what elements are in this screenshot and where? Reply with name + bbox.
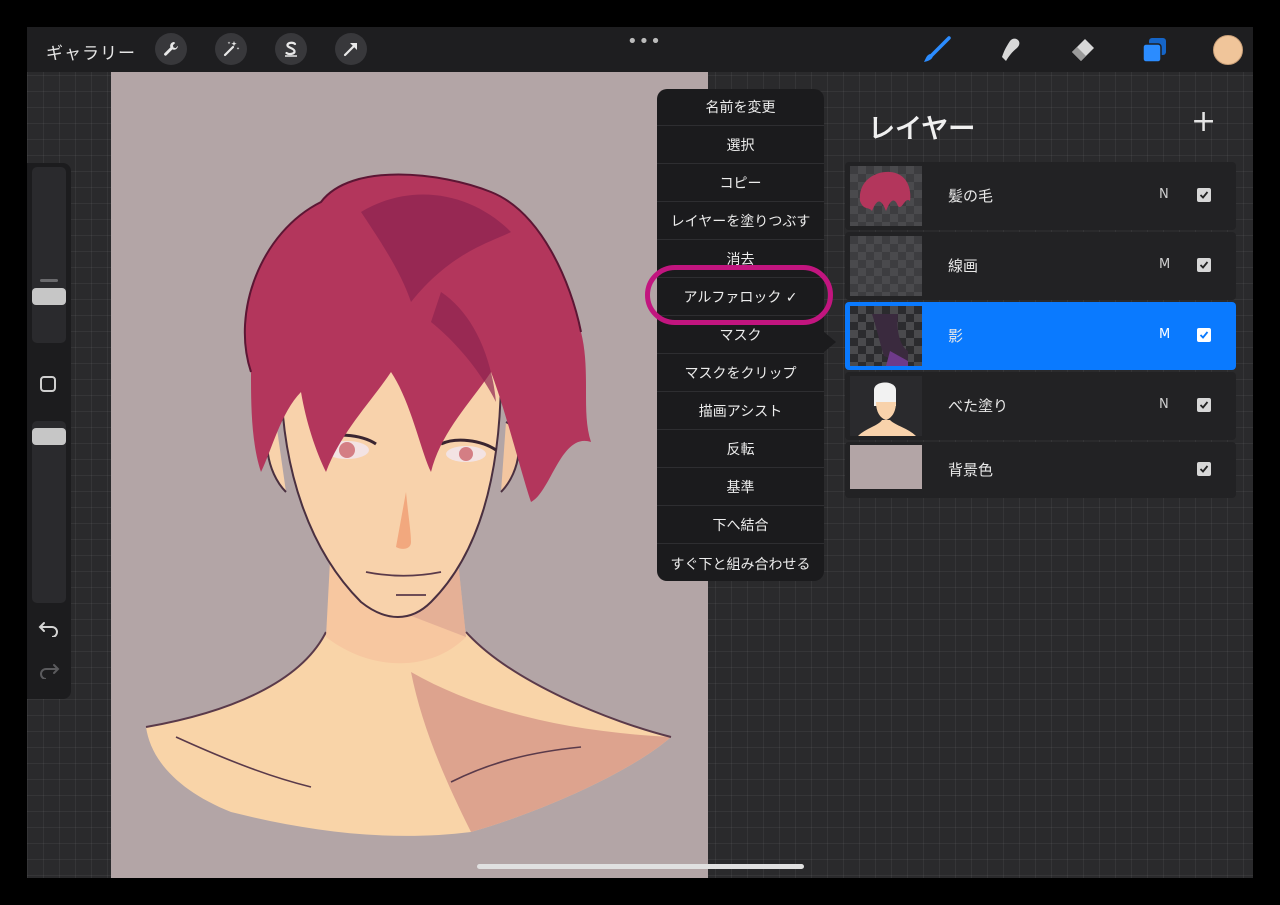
- checkmark-icon: [1199, 401, 1209, 409]
- menu-item-merge-down[interactable]: 下へ結合: [657, 507, 824, 544]
- procreate-screen: ギャラリー ••• 名前を変更 選択 コピー レイヤーを塗りつぶす 消去 アルフ…: [27, 27, 1253, 878]
- layers-panel-title: レイヤー: [868, 114, 976, 145]
- menu-item-copy[interactable]: コピー: [657, 165, 824, 202]
- transform-arrow-icon: [343, 43, 357, 57]
- menu-item-rename[interactable]: 名前を変更: [657, 89, 824, 126]
- blend-mode-button[interactable]: M: [1159, 257, 1170, 272]
- layer-thumbnail: [850, 376, 922, 436]
- layer-visibility-checkbox[interactable]: [1197, 328, 1211, 342]
- opacity-slider[interactable]: [32, 421, 66, 603]
- blend-mode-button[interactable]: N: [1159, 397, 1169, 412]
- transform-button[interactable]: [335, 33, 367, 65]
- checkmark-icon: [1199, 331, 1209, 339]
- home-indicator: [477, 864, 804, 869]
- checkmark-icon: [1199, 191, 1209, 199]
- layers-panel: レイヤー + 髪の毛 N 線画 M 影 M べた塗り N 背景色: [845, 97, 1236, 498]
- portrait-artwork: [145, 173, 672, 836]
- blend-mode-button[interactable]: M: [1159, 327, 1170, 342]
- add-layer-button[interactable]: +: [1191, 107, 1216, 137]
- layer-name: 髪の毛: [948, 187, 994, 205]
- color-picker-button[interactable]: [1213, 35, 1243, 65]
- brush-icon: [924, 36, 951, 62]
- brush-tool-button[interactable]: [922, 35, 952, 65]
- top-toolbar: ギャラリー •••: [27, 27, 1253, 72]
- layer-row-hair[interactable]: 髪の毛 N: [845, 162, 1236, 230]
- menu-item-reference[interactable]: 基準: [657, 469, 824, 506]
- smudge-tool-button[interactable]: [994, 35, 1024, 65]
- layer-name: 線画: [948, 257, 979, 275]
- menu-item-select[interactable]: 選択: [657, 127, 824, 164]
- checkmark-icon: [1199, 465, 1209, 473]
- slider-marker: [40, 279, 58, 282]
- menu-item-combine-down[interactable]: すぐ下と組み合わせる: [657, 545, 824, 581]
- menu-pointer: [824, 332, 836, 352]
- layer-name: べた塗り: [948, 397, 1009, 415]
- layers-icon: [1142, 38, 1166, 63]
- layer-thumbnail: [850, 445, 922, 489]
- modify-square-button[interactable]: [40, 376, 56, 392]
- drawing-canvas[interactable]: [111, 72, 708, 878]
- brush-size-slider[interactable]: [32, 167, 66, 343]
- layer-row-shadow[interactable]: 影 M: [845, 302, 1236, 370]
- layer-thumbnail: [850, 306, 922, 366]
- selection-button[interactable]: [275, 33, 307, 65]
- menu-item-invert[interactable]: 反転: [657, 431, 824, 468]
- wrench-icon: [164, 42, 178, 56]
- layer-row-background-color[interactable]: 背景色: [845, 442, 1236, 498]
- menu-item-clipping-mask[interactable]: マスクをクリップ: [657, 355, 824, 392]
- layer-row-lineart[interactable]: 線画 M: [845, 232, 1236, 300]
- layer-visibility-checkbox[interactable]: [1197, 462, 1211, 476]
- layer-row-base-fill[interactable]: べた塗り N: [845, 372, 1236, 440]
- smudge-icon: [1002, 38, 1020, 61]
- brush-size-handle[interactable]: [32, 288, 66, 305]
- menu-item-drawing-assist[interactable]: 描画アシスト: [657, 393, 824, 430]
- menu-item-fill-layer[interactable]: レイヤーを塗りつぶす: [657, 203, 824, 240]
- layer-options-menu: 名前を変更 選択 コピー レイヤーを塗りつぶす 消去 アルファロック ✓ マスク…: [657, 89, 824, 581]
- left-sidebar: [27, 163, 71, 699]
- wrench-button[interactable]: [155, 33, 187, 65]
- adjustments-button[interactable]: [215, 33, 247, 65]
- layers-tool-button[interactable]: [1140, 35, 1170, 65]
- layer-name: 影: [948, 327, 964, 345]
- alpha-lock-highlight-ring: [645, 265, 833, 325]
- blend-mode-button[interactable]: N: [1159, 187, 1169, 202]
- layer-visibility-checkbox[interactable]: [1197, 188, 1211, 202]
- layer-name: 背景色: [948, 461, 994, 479]
- layer-visibility-checkbox[interactable]: [1197, 258, 1211, 272]
- checkmark-icon: [1199, 261, 1209, 269]
- layer-thumbnail: [850, 236, 922, 296]
- opacity-handle[interactable]: [32, 428, 66, 445]
- eraser-tool-button[interactable]: [1067, 35, 1097, 65]
- more-options-icon[interactable]: •••: [627, 31, 662, 52]
- gallery-button[interactable]: ギャラリー: [46, 39, 136, 64]
- selection-s-icon: [285, 41, 297, 57]
- magic-wand-icon: [223, 41, 240, 57]
- undo-icon[interactable]: [38, 619, 60, 637]
- redo-icon[interactable]: [38, 661, 60, 679]
- layer-thumbnail: [850, 166, 922, 226]
- layer-visibility-checkbox[interactable]: [1197, 398, 1211, 412]
- eraser-icon: [1072, 39, 1094, 61]
